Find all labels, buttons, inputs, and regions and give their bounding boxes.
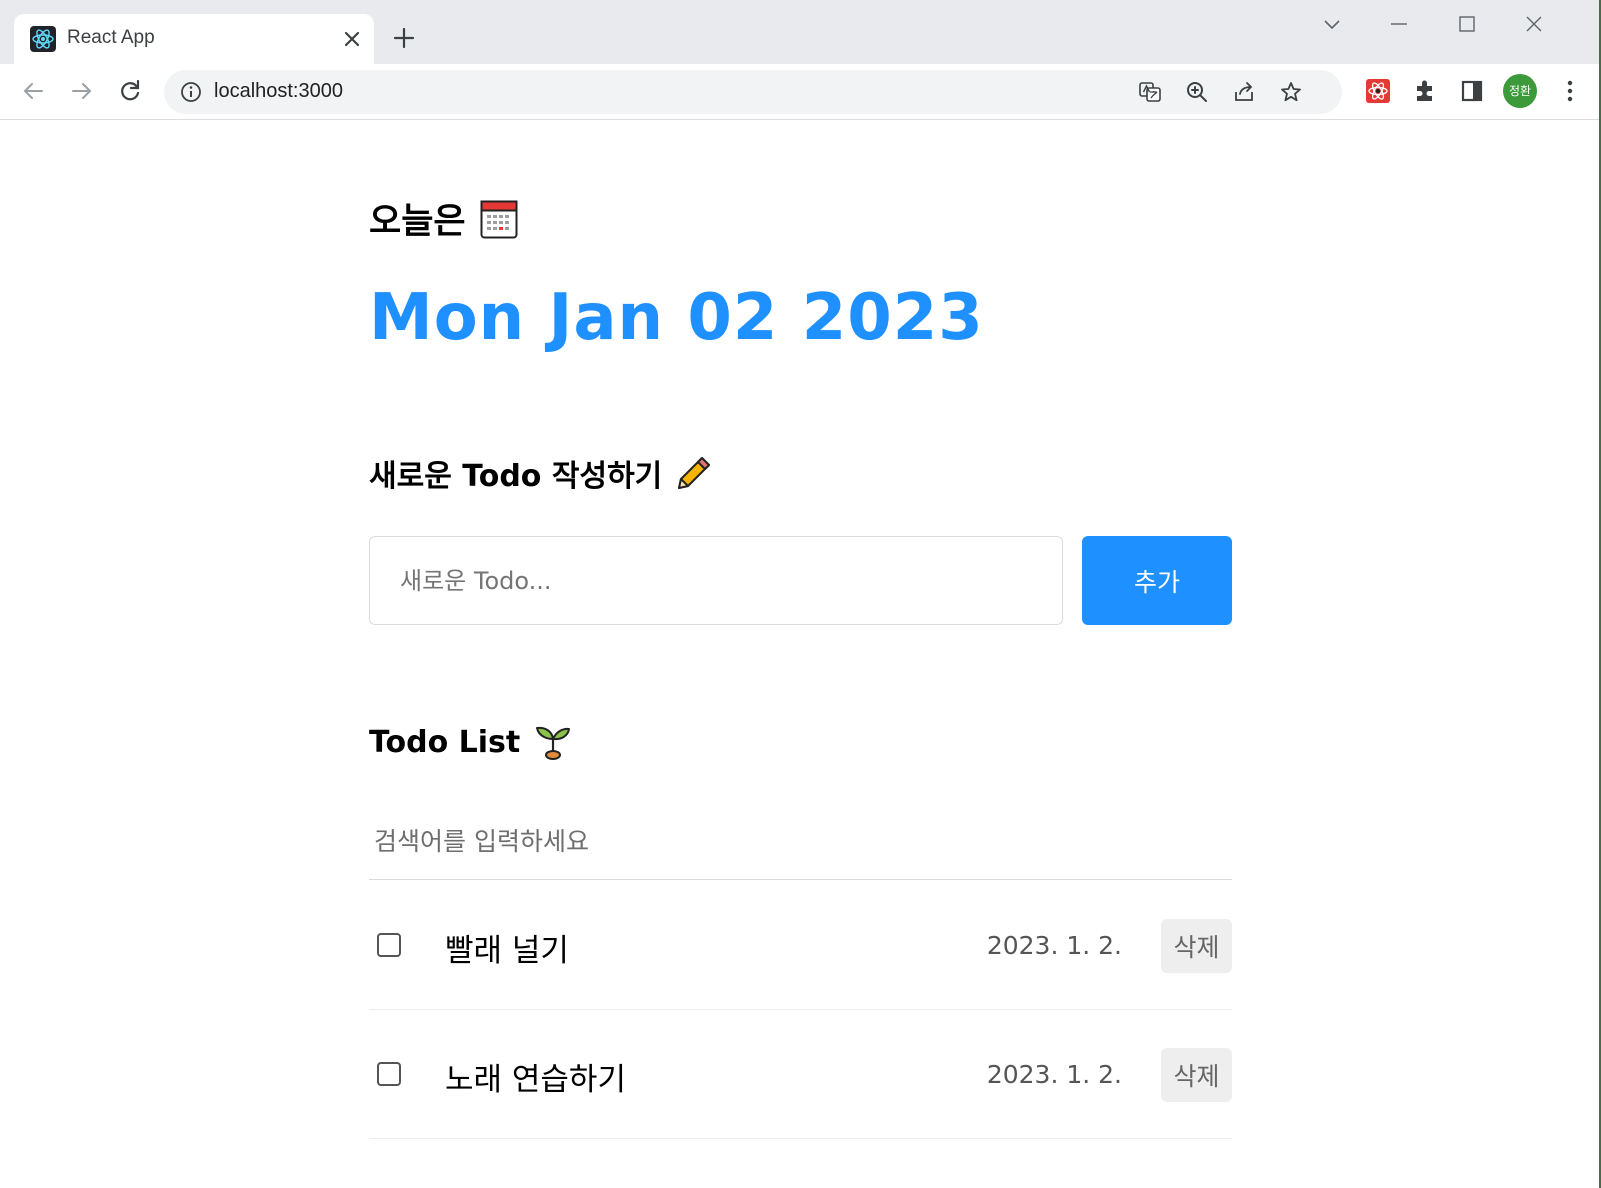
translate-icon[interactable] xyxy=(1138,80,1162,104)
todo-text: 노래 연습하기 xyxy=(445,1062,626,1098)
search-input[interactable] xyxy=(369,804,1232,880)
react-devtools-icon[interactable] xyxy=(1364,77,1392,105)
todo-text: 빨래 널기 xyxy=(445,933,569,969)
minimize-icon[interactable] xyxy=(1387,12,1411,36)
page-viewport: 오늘은 Mon Jan 02 2023 새로운 Todo 작성하기 새로운 To… xyxy=(0,121,1599,1188)
list-title: Todo List xyxy=(369,723,572,761)
profile-avatar[interactable]: 정환 xyxy=(1503,74,1537,108)
share-icon[interactable] xyxy=(1232,80,1256,104)
close-tab-icon[interactable] xyxy=(340,27,364,51)
add-todo-button[interactable]: 추가 xyxy=(1082,536,1232,625)
back-icon[interactable] xyxy=(20,77,48,105)
browser-tab[interactable]: React App xyxy=(14,14,374,64)
pencil-icon xyxy=(678,457,711,489)
calendar-icon xyxy=(480,200,518,238)
zoom-icon[interactable] xyxy=(1185,80,1209,104)
today-header: 오늘은 xyxy=(369,193,518,244)
editor-title-text: 새로운 Todo 작성하기 xyxy=(369,459,663,494)
more-menu-icon[interactable] xyxy=(1556,77,1584,105)
new-tab-icon[interactable] xyxy=(392,26,416,50)
site-info-icon[interactable] xyxy=(180,81,202,103)
side-panel-icon[interactable] xyxy=(1458,77,1486,105)
url-text[interactable]: localhost:3000 xyxy=(214,80,343,103)
reload-icon[interactable] xyxy=(116,77,144,105)
todo-checkbox[interactable] xyxy=(377,933,401,957)
forward-icon[interactable] xyxy=(67,77,95,105)
new-todo-input[interactable] xyxy=(369,536,1063,625)
todo-date: 2023. 1. 2. xyxy=(986,931,1122,960)
bookmark-star-icon[interactable] xyxy=(1279,80,1303,104)
browser-toolbar: localhost:3000 정환 xyxy=(0,64,1601,120)
list-item: 빨래 널기 2023. 1. 2. 삭제 xyxy=(369,881,1232,1010)
todo-date: 2023. 1. 2. xyxy=(986,1060,1122,1089)
tab-search-icon[interactable] xyxy=(1320,12,1344,36)
extensions-puzzle-icon[interactable] xyxy=(1411,77,1439,105)
list-title-text: Todo List xyxy=(369,724,521,760)
tab-title: React App xyxy=(67,27,155,48)
todo-list: 빨래 널기 2023. 1. 2. 삭제 노래 연습하기 2023. 1. 2.… xyxy=(369,881,1232,1139)
maximize-icon[interactable] xyxy=(1455,12,1479,36)
react-logo-icon xyxy=(30,26,56,52)
browser-tabstrip: React App xyxy=(0,0,1601,64)
close-window-icon[interactable] xyxy=(1522,12,1546,36)
address-bar[interactable]: localhost:3000 xyxy=(164,70,1342,114)
current-date: Mon Jan 02 2023 xyxy=(369,281,984,355)
todo-checkbox[interactable] xyxy=(377,1062,401,1086)
delete-button[interactable]: 삭제 xyxy=(1161,919,1232,973)
seedling-icon xyxy=(536,726,571,760)
editor-title: 새로운 Todo 작성하기 xyxy=(369,451,712,495)
delete-button[interactable]: 삭제 xyxy=(1161,1048,1232,1102)
today-label: 오늘은 xyxy=(369,202,466,242)
list-item: 노래 연습하기 2023. 1. 2. 삭제 xyxy=(369,1010,1232,1139)
